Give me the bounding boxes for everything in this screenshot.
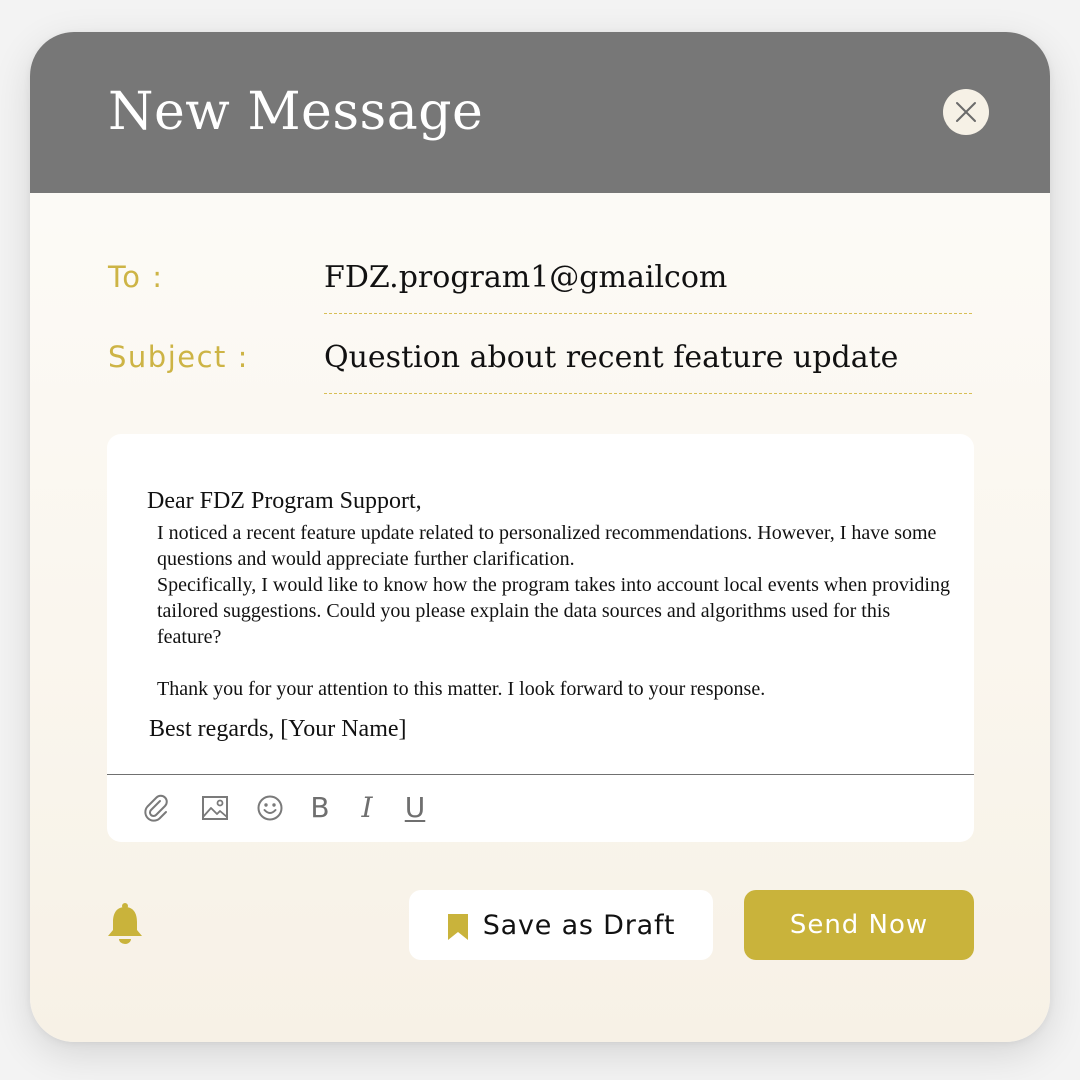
save-draft-label: Save as Draft (482, 909, 676, 941)
italic-button[interactable]: I (352, 793, 382, 823)
bookmark-icon (447, 914, 468, 940)
bold-button[interactable]: B (305, 793, 335, 823)
insert-image-button[interactable] (200, 793, 230, 823)
paperclip-icon (144, 794, 168, 822)
notification-button[interactable] (106, 902, 144, 946)
window-title: New Message (108, 82, 484, 142)
underline-button[interactable]: U (400, 793, 430, 823)
bell-icon (108, 903, 142, 944)
to-label: To : (108, 260, 164, 294)
send-now-button[interactable]: Send Now (744, 890, 974, 960)
subject-field[interactable]: Question about recent feature update (324, 340, 972, 394)
close-button[interactable] (943, 89, 989, 135)
message-paragraph: I noticed a recent feature update relate… (157, 522, 937, 570)
emoji-button[interactable] (255, 793, 285, 823)
attach-button[interactable] (141, 793, 171, 823)
to-field[interactable]: FDZ.program1@gmailcom (324, 260, 972, 314)
save-draft-button[interactable]: Save as Draft (409, 890, 713, 960)
emoji-icon (257, 795, 283, 821)
send-now-label: Send Now (789, 910, 929, 940)
message-paragraph: Thank you for your attention to this mat… (157, 678, 766, 700)
formatting-toolbar: B I U (107, 774, 974, 843)
image-icon (202, 796, 228, 820)
message-body[interactable]: Dear FDZ Program Support, I noticed a re… (147, 484, 957, 746)
message-signoff: Best regards, [Your Name] (149, 716, 407, 742)
message-paragraph: Specifically, I would like to know how t… (157, 574, 950, 648)
subject-label: Subject : (108, 340, 249, 374)
close-icon (956, 102, 976, 122)
window-header: New Message (30, 32, 1050, 193)
message-editor: Dear FDZ Program Support, I noticed a re… (107, 434, 974, 842)
new-message-window: New Message To : FDZ.program1@gmailcom S… (30, 32, 1050, 1042)
message-greeting: Dear FDZ Program Support, (147, 488, 422, 514)
